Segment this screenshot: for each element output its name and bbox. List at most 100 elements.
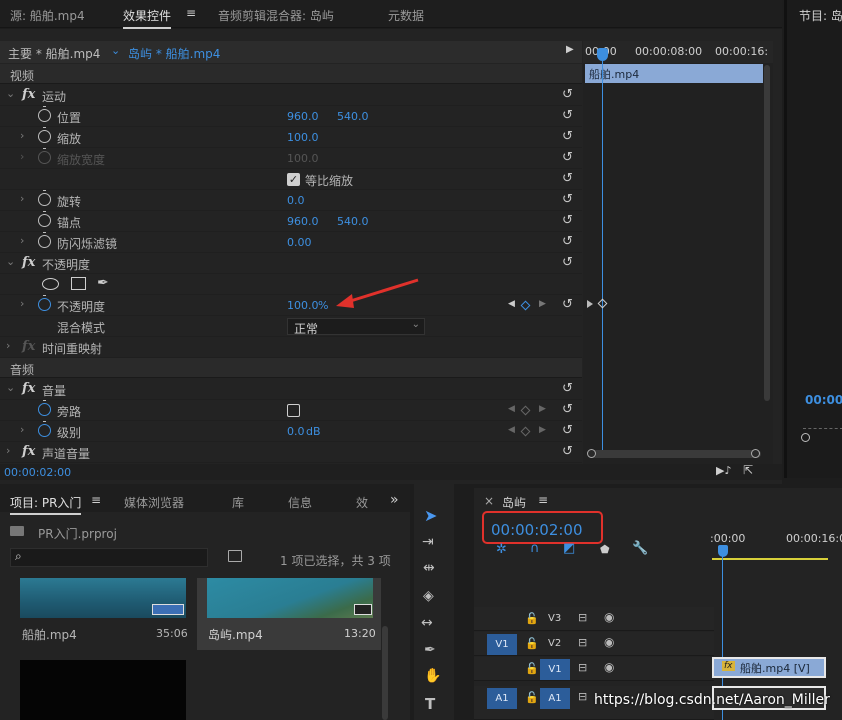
track-v3[interactable]: 🔓 V3 ⊟ ◉ bbox=[474, 607, 714, 631]
level-row[interactable]: › 级别 0.0 dB ◀ ▶ ↺ bbox=[0, 421, 582, 442]
ec-keyframe-left-icon[interactable] bbox=[587, 300, 593, 308]
tab-library[interactable]: 库 bbox=[232, 494, 244, 511]
bypass-row[interactable]: 旁路 ◀ ▶ ↺ bbox=[0, 400, 582, 421]
tab-media-browser[interactable]: 媒体浏览器 bbox=[124, 494, 184, 511]
ec-vscroll[interactable] bbox=[764, 65, 770, 401]
next-keyframe-icon[interactable]: ▶ bbox=[539, 404, 546, 414]
pen-tool-icon[interactable]: ✒ bbox=[424, 642, 436, 658]
stopwatch-icon[interactable] bbox=[38, 232, 51, 248]
ec-hscroll[interactable] bbox=[587, 450, 761, 458]
anchor-row[interactable]: 锚点 960.0 540.0 ↺ bbox=[0, 211, 582, 232]
reset-icon[interactable]: ↺ bbox=[562, 255, 573, 270]
track-select-tool-icon[interactable]: ⇥ bbox=[422, 534, 434, 550]
time-remap-row[interactable]: › fx 时间重映射 bbox=[0, 337, 582, 358]
anchor-x-value[interactable]: 960.0 bbox=[287, 215, 319, 228]
volume-row[interactable]: ⌄ fx 音量 ↺ bbox=[0, 379, 582, 400]
blend-mode-row[interactable]: 混合模式 正常 ⌄ bbox=[0, 316, 582, 337]
reset-icon[interactable]: ↺ bbox=[562, 234, 573, 249]
sync-lock-icon[interactable]: ⊟ bbox=[578, 690, 587, 703]
anchor-y-value[interactable]: 540.0 bbox=[337, 215, 369, 228]
source-patch-v1[interactable]: V1 bbox=[487, 634, 517, 655]
expand-chevron-icon[interactable]: › bbox=[20, 423, 24, 436]
position-row[interactable]: 位置 960.0 540.0 ↺ bbox=[0, 106, 582, 127]
hand-tool-icon[interactable]: ✋ bbox=[424, 668, 441, 684]
level-value[interactable]: 0.0 bbox=[287, 425, 305, 438]
sequence-clip-label[interactable]: 岛屿 * 船舶.mp4 bbox=[128, 45, 220, 62]
stopwatch-icon[interactable] bbox=[38, 295, 51, 311]
sync-lock-icon[interactable]: ⊟ bbox=[578, 636, 587, 649]
expand-chevron-icon[interactable]: › bbox=[20, 297, 24, 310]
reset-icon[interactable]: ↺ bbox=[562, 444, 573, 459]
snap-icon[interactable]: ∩ bbox=[530, 541, 540, 556]
expand-chevron-icon[interactable]: › bbox=[20, 192, 24, 205]
reset-icon[interactable]: ↺ bbox=[562, 402, 573, 417]
reset-icon[interactable]: ↺ bbox=[562, 423, 573, 438]
blend-mode-select[interactable]: 正常 ⌄ bbox=[287, 318, 425, 336]
tab-menu-icon[interactable]: ≡ bbox=[186, 6, 196, 20]
prev-keyframe-icon[interactable]: ◀ bbox=[508, 299, 515, 309]
expand-chevron-icon[interactable]: ⌄ bbox=[6, 381, 15, 394]
ec-playhead-head[interactable] bbox=[597, 48, 608, 61]
work-area-bar[interactable] bbox=[712, 558, 828, 560]
track-name[interactable]: V3 bbox=[548, 613, 561, 624]
reset-icon[interactable]: ↺ bbox=[562, 297, 573, 312]
tab-program[interactable]: 节目: 岛 bbox=[799, 7, 842, 24]
reset-icon[interactable]: ↺ bbox=[562, 129, 573, 144]
new-bin-icon[interactable] bbox=[228, 550, 242, 562]
position-y-value[interactable]: 540.0 bbox=[337, 110, 369, 123]
pen-mask-icon[interactable]: ✒ bbox=[97, 275, 109, 291]
stopwatch-icon[interactable] bbox=[38, 127, 51, 143]
motion-row[interactable]: ⌄ fx 运动 ↺ bbox=[0, 85, 582, 106]
track-name[interactable]: V1 bbox=[540, 659, 570, 680]
ec-keyframe-diamond-icon[interactable] bbox=[597, 298, 608, 309]
sync-lock-icon[interactable]: ⊟ bbox=[578, 611, 587, 624]
nest-icon[interactable]: ✲ bbox=[496, 542, 507, 557]
expand-chevron-icon[interactable]: › bbox=[6, 444, 10, 457]
tab-metadata[interactable]: 元数据 bbox=[388, 7, 424, 24]
selection-tool-icon[interactable]: ➤ bbox=[424, 506, 437, 525]
eye-icon[interactable]: ◉ bbox=[604, 660, 614, 674]
reset-icon[interactable]: ↺ bbox=[562, 171, 573, 186]
prev-keyframe-icon[interactable]: ◀ bbox=[508, 425, 515, 435]
lock-icon[interactable]: 🔓 bbox=[525, 691, 539, 704]
ec-hscroll-right-handle[interactable] bbox=[751, 449, 760, 458]
antiflicker-row[interactable]: › 防闪烁滤镜 0.00 ↺ bbox=[0, 232, 582, 253]
linked-selection-icon[interactable]: ◩ bbox=[563, 541, 575, 556]
tab-project[interactable]: 项目: PR入门 bbox=[10, 494, 82, 515]
type-tool-icon[interactable]: T bbox=[425, 695, 435, 713]
razor-tool-icon[interactable]: ◈ bbox=[423, 588, 434, 604]
slip-tool-icon[interactable]: ↔ bbox=[421, 615, 433, 631]
prev-keyframe-icon[interactable]: ◀ bbox=[508, 404, 515, 414]
timeline-video-clip[interactable]: fx 船舶.mp4 [V] bbox=[712, 657, 826, 678]
tab-audio-mixer[interactable]: 音频剪辑混合器: 岛屿 bbox=[218, 7, 334, 24]
opacity-group-row[interactable]: ⌄ fx 不透明度 ↺ bbox=[0, 253, 582, 274]
expand-chevron-icon[interactable]: ⌄ bbox=[6, 87, 15, 100]
wrench-icon[interactable]: 🔧 bbox=[632, 541, 648, 556]
lock-icon[interactable]: 🔓 bbox=[525, 637, 539, 650]
expand-chevron-icon[interactable]: ⌄ bbox=[6, 255, 15, 268]
export-icon[interactable]: ⇱ bbox=[743, 463, 753, 477]
eye-icon[interactable]: ◉ bbox=[604, 635, 614, 649]
tab-project-menu-icon[interactable]: ≡ bbox=[91, 493, 101, 507]
bypass-checkbox[interactable] bbox=[287, 404, 300, 417]
stopwatch-icon[interactable] bbox=[38, 421, 51, 437]
track-name[interactable]: A1 bbox=[540, 688, 570, 709]
ec-clip-bar[interactable]: 船舶.mp4 bbox=[585, 64, 763, 83]
fx-icon[interactable]: fx bbox=[22, 255, 35, 270]
ec-playhead-line[interactable] bbox=[602, 49, 603, 451]
program-playhead-handle[interactable] bbox=[801, 433, 810, 442]
expand-chevron-icon[interactable]: › bbox=[20, 129, 24, 142]
track-v1[interactable]: 🔓 V1 ⊟ ◉ bbox=[474, 657, 714, 681]
stopwatch-icon[interactable] bbox=[38, 190, 51, 206]
rotation-value[interactable]: 0.0 bbox=[287, 194, 305, 207]
channel-volume-row[interactable]: › fx 声道音量 ↺ bbox=[0, 442, 582, 463]
stopwatch-icon[interactable] bbox=[38, 400, 51, 416]
play-audio-icon[interactable]: ▶♪ bbox=[716, 464, 731, 477]
project-item-sequence-thumbnail[interactable] bbox=[20, 660, 186, 720]
sequence-menu-icon[interactable]: ≡ bbox=[538, 493, 548, 507]
add-marker-icon[interactable]: ⬟ bbox=[600, 543, 610, 556]
add-keyframe-icon[interactable] bbox=[520, 405, 531, 416]
scale-value[interactable]: 100.0 bbox=[287, 131, 319, 144]
rectangle-mask-icon[interactable] bbox=[71, 277, 86, 290]
reset-icon[interactable]: ↺ bbox=[562, 192, 573, 207]
